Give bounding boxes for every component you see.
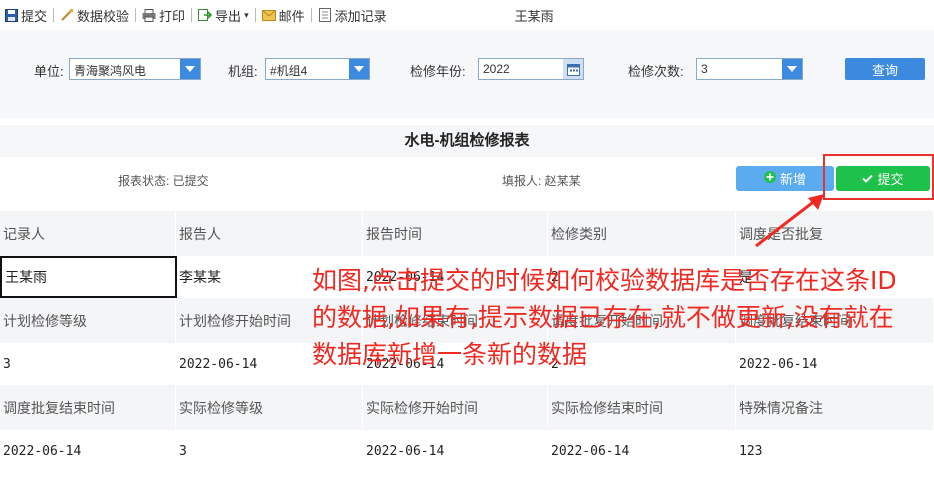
chevron-down-icon: ▾ [244,9,249,20]
export-tool-label: 导出 [215,8,242,24]
save-icon [4,8,18,22]
report-title: 水电-机组检修报表 [0,125,934,157]
grid-value-cell[interactable]: 2022-06-14 [0,430,176,472]
highlight-box [823,154,934,200]
add-record-icon [318,8,332,22]
query-button[interactable]: 查询 [845,58,925,80]
year-input[interactable]: 2022 [478,58,584,80]
unit-select[interactable]: 青海聚鸿风电 [69,58,201,80]
grid-label-cell: 特殊情况备注 [736,385,934,430]
print-icon [142,8,156,22]
annotation-text: 如图,点击提交的时候如何校验数据库是否存在这条ID的数据,如果有,提示数据已存在… [312,266,897,369]
unit-select-value: 青海聚鸿风电 [74,64,147,78]
toolbar-divider [191,8,193,22]
add-button-label: 新增 [779,172,806,187]
count-select[interactable]: 3 [696,58,803,80]
grid-label-cell: 报告人 [176,211,363,256]
grid-label-cell: 报告时间 [363,211,548,256]
grid-value-cell[interactable]: 3 [176,430,363,472]
count-select-value: 3 [701,62,708,76]
grid-label-cell: 实际检修等级 [176,385,363,430]
grid-label-cell: 调度批复结束时间 [0,385,176,430]
year-input-value: 2022 [483,62,510,76]
print-tool-label: 打印 [159,8,186,24]
mail-tool-label: 邮件 [278,8,305,24]
grid-value-cell[interactable]: 2022-06-14 [548,430,736,472]
grid-label-cell: 实际检修结束时间 [548,385,736,430]
annotation-arrow-icon [755,194,824,248]
report-filler: 填报人: 赵某某 [502,174,581,188]
plus-icon [763,171,776,186]
export-tool-button[interactable]: 导出 ▾ [194,4,253,26]
grid-value-cell[interactable]: 3 [0,343,176,385]
chevron-down-icon[interactable] [180,59,200,79]
add-record-tool-label: 添加记录 [334,8,387,24]
chevron-down-icon[interactable] [349,59,369,79]
report-status: 报表状态: 已提交 [118,174,209,188]
toolbar-divider [310,8,312,22]
machine-select[interactable]: #机组4 [265,58,370,80]
validate-tool-button[interactable]: 数据校验 [56,4,133,26]
validate-tool-label: 数据校验 [77,8,130,24]
grid-label-cell: 计划检修等级 [0,298,176,343]
grid-value-cell[interactable]: 123 [736,430,934,472]
grid-label-cell: 检修类别 [548,211,736,256]
grid-value-cell[interactable]: 2022-06-14 [363,430,548,472]
year-label: 检修年份: [410,64,466,79]
filter-bar: 单位: 青海聚鸿风电 机组: #机组4 检修年份: 2022 检修次数: 3 查… [0,30,934,118]
add-button[interactable]: 新增 [736,166,834,191]
count-label: 检修次数: [628,64,684,79]
grid-label-cell: 记录人 [0,211,176,256]
add-record-tool-button[interactable]: 添加记录 [314,4,391,26]
current-user: 王某雨 [514,8,554,24]
toolbar: 提交 数据校验 打印 导出 ▾ 邮件 添加记录 王某雨 [0,0,934,30]
print-tool-button[interactable]: 打印 [138,4,189,26]
grid-label-row: 调度批复结束时间 实际检修等级 实际检修开始时间 实际检修结束时间 特殊情况备注 [0,385,934,430]
mail-icon [261,8,276,22]
toolbar-divider [135,8,137,22]
machine-select-value: #机组4 [270,64,308,78]
validate-icon [60,8,74,22]
submit-tool-button[interactable]: 提交 [0,4,51,26]
machine-label: 机组: [228,64,258,79]
toolbar-divider [53,8,55,22]
grid-value-cell[interactable]: 王某雨 [0,256,177,298]
grid-label-cell: 实际检修开始时间 [363,385,548,430]
calendar-icon[interactable] [563,59,583,79]
unit-label: 单位: [34,64,64,79]
grid-value-row: 2022-06-14 3 2022-06-14 2022-06-14 123 [0,430,934,472]
mail-tool-button[interactable]: 邮件 [258,4,309,26]
export-icon [198,8,213,22]
submit-tool-label: 提交 [21,8,48,24]
chevron-down-icon[interactable] [782,59,802,79]
toolbar-divider [254,8,256,22]
